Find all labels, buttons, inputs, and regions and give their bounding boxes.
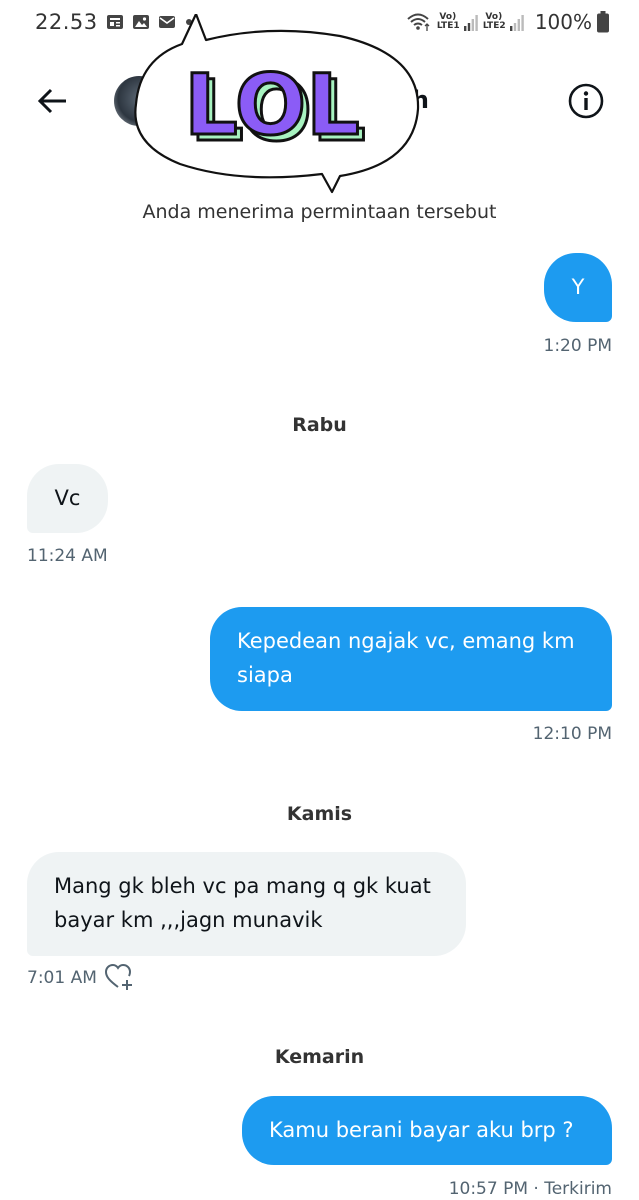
message-line: Mang gk bleh vc pa mang q gk kuat bbox=[54, 874, 431, 898]
message-bubble-outgoing[interactable]: Kamu berani bayar aku brp ? bbox=[242, 1096, 612, 1165]
signal-icon bbox=[463, 15, 478, 31]
message-bubble-incoming[interactable]: Vc bbox=[27, 464, 108, 533]
message-timestamp: 11:24 AM bbox=[27, 546, 108, 566]
message-timestamp: 12:10 PM bbox=[532, 724, 612, 744]
battery-percent: 100% bbox=[534, 10, 592, 34]
network-label-1: Vo) LTE1 bbox=[436, 13, 460, 31]
day-separator: Kamis bbox=[286, 803, 353, 825]
message-line: Kepedean ngajak vc, emang km bbox=[237, 629, 575, 653]
message-timestamp: 7:01 AM bbox=[27, 968, 97, 988]
message-timestamp: 1:20 PM bbox=[543, 336, 613, 356]
sticker-text: LOL bbox=[184, 56, 359, 154]
message-line: bayar km ,,,jagn munavik bbox=[54, 908, 323, 932]
battery-icon bbox=[597, 11, 609, 33]
message-line: siapa bbox=[237, 663, 293, 687]
network-1-bottom: LTE1 bbox=[436, 21, 460, 31]
back-arrow-icon[interactable] bbox=[36, 84, 70, 118]
status-time: 22.53 bbox=[35, 10, 98, 34]
day-separator: Kemarin bbox=[274, 1046, 365, 1068]
heart-add-icon[interactable] bbox=[104, 963, 134, 991]
network-label-2: Vo) LTE2 bbox=[482, 13, 506, 31]
system-message: Anda menerima permintaan tersebut bbox=[142, 201, 497, 223]
status-right: Vo) LTE1 Vo) LTE2 100% bbox=[406, 9, 609, 35]
message-bubble-outgoing[interactable]: Y bbox=[544, 253, 612, 322]
info-icon[interactable] bbox=[567, 82, 605, 120]
day-separator: Rabu bbox=[292, 414, 347, 436]
network-2-bottom: LTE2 bbox=[482, 21, 506, 31]
lol-sticker: LOL LOL bbox=[134, 14, 420, 194]
message-timestamp: 10:57 PM · Terkirim bbox=[448, 1179, 612, 1199]
message-bubble-incoming[interactable]: Mang gk bleh vc pa mang q gk kuat bayar … bbox=[27, 852, 466, 956]
signal-icon bbox=[509, 15, 524, 31]
message-bubble-outgoing[interactable]: Kepedean ngajak vc, emang km siapa bbox=[210, 607, 612, 711]
